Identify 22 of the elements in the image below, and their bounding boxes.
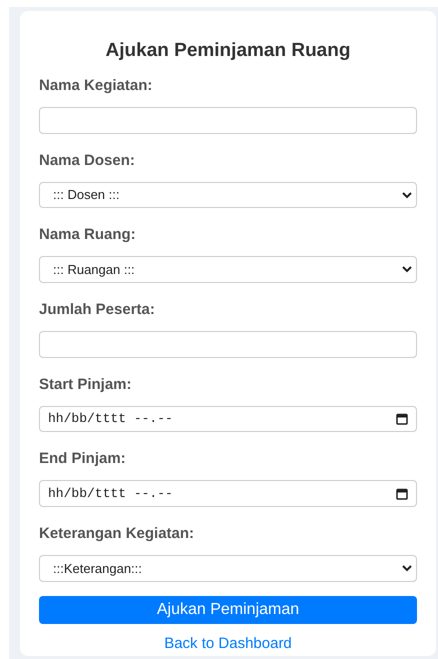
calendar-icon <box>396 488 408 500</box>
datetime-field[interactable]: hh/bb/tttt --.-- <box>39 406 417 432</box>
submit-button[interactable]: Ajukan Peminjaman <box>39 596 417 624</box>
field-label: Nama Ruang: <box>39 226 137 244</box>
chevron-down-icon <box>402 192 412 199</box>
select-field[interactable]: ::: Ruangan ::: <box>39 256 417 284</box>
chevron-down-icon <box>402 266 412 274</box>
field-label: Keterangan Kegiatan: <box>39 525 196 544</box>
datetime-field[interactable]: hh/bb/tttt --.-- <box>39 480 417 508</box>
field-label: Start Pinjam: <box>39 376 133 394</box>
field-label: Nama Dosen: <box>39 152 136 170</box>
select-field[interactable]: ::: Dosen ::: <box>39 182 417 208</box>
chevron-down-icon <box>402 564 412 572</box>
field-label: Jumlah Peserta: <box>39 301 156 320</box>
select-field[interactable]: :::Keterangan::: <box>39 555 417 582</box>
back-link[interactable]: Back to Dashboard <box>164 633 292 656</box>
input-field[interactable] <box>39 107 417 134</box>
input-field[interactable] <box>39 331 417 358</box>
form-title: Ajukan Peminjaman Ruang <box>104 39 352 63</box>
field-label: End Pinjam: <box>39 450 127 468</box>
calendar-icon <box>396 413 408 426</box>
field-label: Nama Kegiatan: <box>39 77 154 95</box>
